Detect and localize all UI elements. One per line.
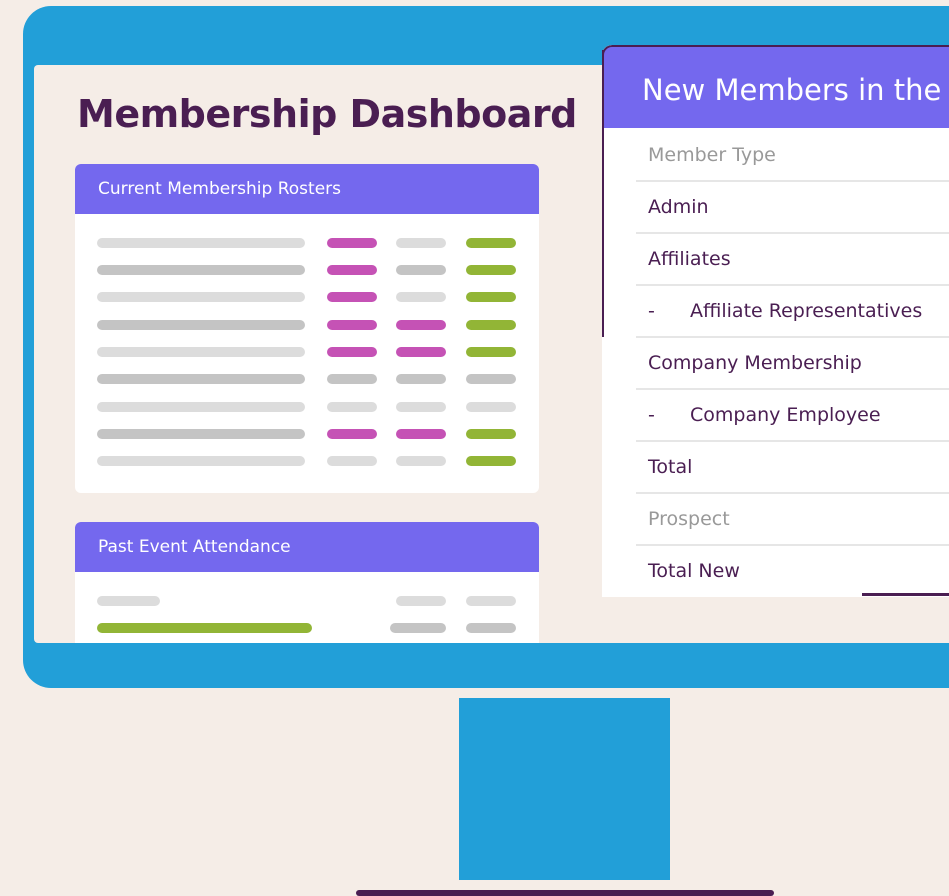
placeholder-bar — [327, 292, 377, 302]
placeholder-bar — [396, 265, 446, 275]
placeholder-bar — [466, 347, 516, 357]
row-label: Affiliate Representatives — [690, 300, 923, 322]
event-attendance-header: Past Event Attendance — [75, 522, 539, 572]
table-row: - Affiliate Representatives — [636, 286, 949, 338]
placeholder-bar — [396, 292, 446, 302]
row-label: Affiliates — [648, 248, 731, 270]
placeholder-bar — [396, 320, 446, 330]
placeholder-bar — [97, 596, 160, 606]
table-row: - Company Employee — [636, 390, 949, 442]
placeholder-bar — [97, 456, 305, 466]
placeholder-bar — [97, 347, 305, 357]
placeholder-bar — [97, 238, 305, 248]
placeholder-bar — [396, 456, 446, 466]
table-row-header: Member Type — [636, 130, 949, 182]
membership-rosters-card: Current Membership Rosters — [75, 164, 539, 493]
table-row: Total — [636, 442, 949, 494]
placeholder-bar — [327, 402, 377, 412]
placeholder-bar — [466, 429, 516, 439]
row-label: Prospect — [648, 508, 730, 530]
placeholder-bar — [466, 265, 516, 275]
page-title: Membership Dashboard — [77, 92, 577, 136]
table-row: Prospect — [636, 494, 949, 546]
monitor-base — [356, 890, 774, 896]
placeholder-bar — [466, 596, 516, 606]
new-members-header: New Members in the — [602, 45, 949, 128]
row-prefix: - — [648, 300, 655, 322]
membership-rosters-header: Current Membership Rosters — [75, 164, 539, 214]
row-label: Admin — [648, 196, 709, 218]
placeholder-bar — [97, 265, 305, 275]
row-label: Company Employee — [690, 404, 881, 426]
placeholder-bar — [466, 374, 516, 384]
placeholder-bar — [327, 320, 377, 330]
placeholder-bar — [327, 238, 377, 248]
placeholder-bar — [327, 374, 377, 384]
table-row: Admin — [636, 182, 949, 234]
table-row: Affiliates — [636, 234, 949, 286]
placeholder-bar — [97, 402, 305, 412]
placeholder-bar — [396, 402, 446, 412]
event-attendance-card: Past Event Attendance — [75, 522, 539, 643]
placeholder-bar — [466, 456, 516, 466]
placeholder-bar — [97, 623, 312, 633]
new-members-panel: New Members in the Member Type Admin Aff… — [602, 45, 949, 597]
panel-underline — [862, 593, 949, 596]
placeholder-bar — [396, 429, 446, 439]
new-members-title: New Members in the — [642, 73, 942, 107]
placeholder-bar — [327, 429, 377, 439]
placeholder-bar — [327, 265, 377, 275]
table-row: Total New — [636, 546, 949, 597]
placeholder-bar — [97, 429, 305, 439]
placeholder-bar — [327, 347, 377, 357]
placeholder-bar — [396, 347, 446, 357]
row-label: Total New — [648, 560, 740, 582]
placeholder-bar — [466, 320, 516, 330]
placeholder-bar — [396, 374, 446, 384]
placeholder-bar — [396, 596, 446, 606]
placeholder-bar — [390, 623, 446, 633]
table-row: Company Membership — [636, 338, 949, 390]
placeholder-bar — [97, 320, 305, 330]
placeholder-bar — [466, 623, 516, 633]
placeholder-bar — [466, 292, 516, 302]
placeholder-bar — [97, 292, 305, 302]
row-label: Company Membership — [648, 352, 862, 374]
row-prefix: - — [648, 404, 655, 426]
placeholder-bar — [327, 456, 377, 466]
column-header-member-type: Member Type — [648, 144, 776, 166]
placeholder-bar — [97, 374, 305, 384]
placeholder-bar — [466, 402, 516, 412]
monitor-stand — [459, 698, 670, 880]
placeholder-bar — [466, 238, 516, 248]
placeholder-bar — [396, 238, 446, 248]
panel-left-border — [602, 50, 604, 337]
row-label: Total — [648, 456, 693, 478]
